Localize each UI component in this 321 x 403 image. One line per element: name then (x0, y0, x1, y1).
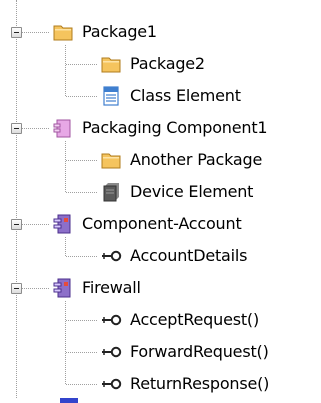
tree-node-label: ForwardRequest() (130, 342, 269, 361)
component-icon (53, 278, 71, 298)
collapse-toggle-packaging-component1[interactable] (11, 123, 22, 134)
folder-icon (101, 57, 121, 73)
tree-guide-line (66, 320, 97, 321)
packaging-component-icon (53, 119, 71, 138)
tree-node-label: Firewall (82, 278, 141, 297)
tree-guide-line (66, 192, 97, 193)
tree-node-accept-request[interactable]: AcceptRequest() (100, 307, 259, 333)
device-icon (103, 183, 119, 202)
component-icon (53, 214, 71, 234)
tree-guide-line (66, 256, 97, 257)
tree-node-return-response[interactable]: ReturnResponse() (100, 371, 269, 397)
tree-guide-line (66, 96, 97, 97)
tree-guide-line (22, 32, 49, 33)
tree-guide-line (66, 384, 97, 385)
tree-node-firewall[interactable]: Firewall (52, 275, 141, 301)
interface-icon (102, 250, 122, 262)
collapse-toggle-firewall[interactable] (11, 283, 22, 294)
tree-node-class-element[interactable]: Class Element (100, 83, 241, 109)
collapse-toggle-component-account[interactable] (11, 219, 22, 230)
project-browser-tree: Package1 Package2 Class Element Packagin… (0, 0, 321, 403)
tree-guide-line (22, 224, 49, 225)
tree-guide-line (66, 352, 97, 353)
tree-guide-line (16, 0, 17, 398)
tree-node-label: AcceptRequest() (130, 310, 260, 329)
tree-guide-line (65, 45, 66, 96)
folder-icon (53, 25, 73, 41)
partial-next-node-icon (60, 398, 78, 403)
tree-guide-line (66, 64, 97, 65)
tree-guide-line (22, 128, 49, 129)
collapse-toggle-package1[interactable] (11, 27, 22, 38)
tree-node-label: AccountDetails (130, 246, 248, 265)
class-icon (103, 86, 119, 106)
interface-icon (102, 346, 122, 358)
tree-guide-line (66, 160, 97, 161)
tree-node-label: Package2 (130, 54, 205, 73)
tree-node-package2[interactable]: Package2 (100, 51, 205, 77)
tree-node-forward-request[interactable]: ForwardRequest() (100, 339, 269, 365)
interface-icon (102, 314, 122, 326)
tree-guide-line (22, 288, 49, 289)
tree-node-another-package[interactable]: Another Package (100, 147, 262, 173)
tree-guide-line (65, 237, 66, 256)
folder-icon (101, 153, 121, 169)
tree-guide-line (65, 301, 66, 384)
tree-node-packaging-component1[interactable]: Packaging Component1 (52, 115, 268, 141)
tree-node-label: Component-Account (82, 214, 242, 233)
tree-node-package1[interactable]: Package1 (52, 19, 157, 45)
tree-node-label: Another Package (130, 150, 263, 169)
tree-node-label: Device Element (130, 182, 254, 201)
interface-icon (102, 378, 122, 390)
tree-node-label: Packaging Component1 (82, 118, 268, 137)
tree-node-component-account[interactable]: Component-Account (52, 211, 242, 237)
tree-node-label: ReturnResponse() (130, 374, 270, 393)
tree-guide-line (65, 141, 66, 192)
tree-node-label: Package1 (82, 22, 157, 41)
tree-node-label: Class Element (130, 86, 241, 105)
tree-node-device-element[interactable]: Device Element (100, 179, 253, 205)
tree-node-account-details[interactable]: AccountDetails (100, 243, 247, 269)
